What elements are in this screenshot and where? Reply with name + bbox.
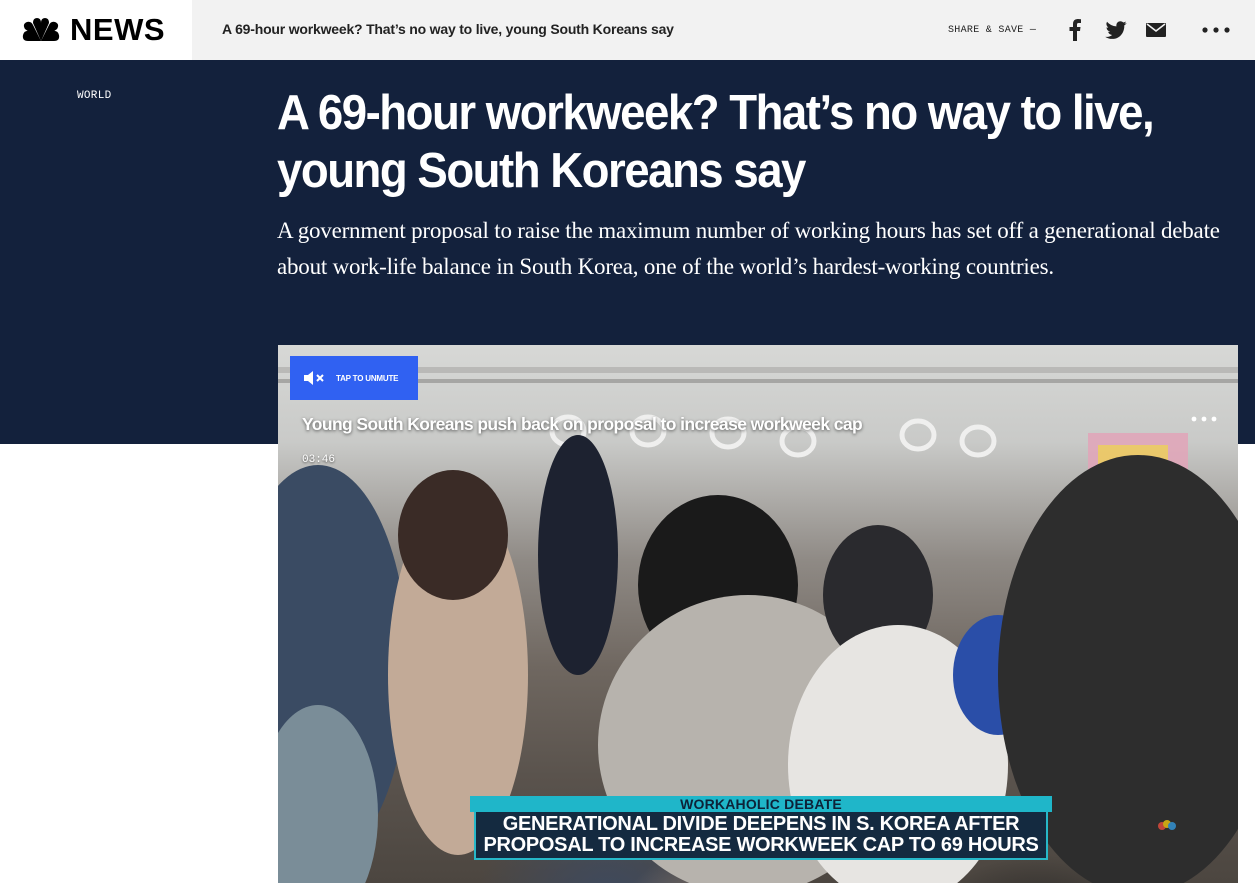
chyron-headline: GENERATIONAL DIVIDE DEEPENS IN S. KOREA … xyxy=(474,812,1048,860)
twitter-icon[interactable] xyxy=(1103,17,1129,43)
share-save-label[interactable]: SHARE & SAVE — xyxy=(948,25,1036,36)
news-chyron: WORKAHOLIC DEBATE GENERATIONAL DIVIDE DE… xyxy=(470,796,1052,860)
more-icon[interactable] xyxy=(1200,17,1232,43)
video-duration: 03:46 xyxy=(302,454,336,466)
facebook-icon[interactable] xyxy=(1062,17,1088,43)
nbc-watermark-icon xyxy=(1158,820,1176,830)
section-label[interactable]: WORLD xyxy=(77,90,112,102)
article-dek: A government proposal to raise the maxim… xyxy=(277,218,1220,279)
tap-to-unmute-button[interactable]: TAP TO UNMUTE xyxy=(290,356,418,400)
chyron-line-1: GENERATIONAL DIVIDE DEEPENS IN S. KOREA … xyxy=(502,813,1020,835)
top-nav-bar: NEWS A 69-hour workweek? That’s no way t… xyxy=(0,0,1255,60)
article-headline: A 69-hour workweek? That’s no way to liv… xyxy=(277,86,1155,198)
brand-wordmark: NEWS xyxy=(70,12,165,47)
video-player[interactable]: TAP TO UNMUTE Young South Koreans push b… xyxy=(278,345,1238,883)
unmute-label: TAP TO UNMUTE xyxy=(336,373,399,383)
chyron-line-2: PROPOSAL TO INCREASE WORKWEEK CAP TO 69 … xyxy=(483,834,1039,856)
sticky-headline: A 69-hour workweek? That’s no way to liv… xyxy=(222,21,674,37)
nbc-news-logo[interactable]: NEWS xyxy=(0,0,192,60)
mail-icon[interactable] xyxy=(1143,17,1169,43)
video-title: Young South Koreans push back on proposa… xyxy=(302,414,863,434)
chyron-kicker: WORKAHOLIC DEBATE xyxy=(470,796,1052,812)
muted-speaker-icon xyxy=(304,371,324,385)
nbc-peacock-logo-icon xyxy=(22,18,60,41)
video-options-icon[interactable] xyxy=(1188,409,1220,429)
